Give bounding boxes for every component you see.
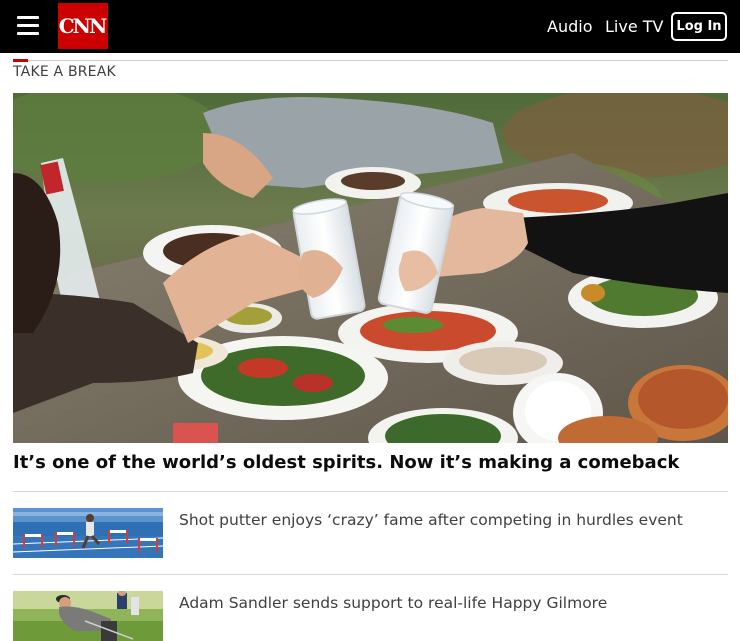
hamburger-menu-icon[interactable] <box>17 16 39 36</box>
story-title[interactable]: Shot putter enjoys ‘crazy’ fame after co… <box>179 510 683 530</box>
cnn-logo[interactable]: CNN <box>58 3 108 49</box>
section-title: TAKE A BREAK <box>13 64 116 80</box>
story-thumbnail-hurdles[interactable] <box>13 508 163 558</box>
story-title[interactable]: Adam Sandler sends support to real-life … <box>179 593 607 613</box>
section-divider <box>13 60 728 61</box>
list-item[interactable]: Shot putter enjoys ‘crazy’ fame after co… <box>13 508 728 558</box>
story-divider <box>13 574 728 575</box>
log-in-button[interactable]: Log In <box>671 12 727 41</box>
nav-link-live-tv[interactable]: Live TV <box>605 17 663 37</box>
nav-link-audio[interactable]: Audio <box>547 17 592 37</box>
featured-photo-illustration <box>13 93 728 443</box>
featured-story-image[interactable] <box>13 93 728 443</box>
section-accent-bar <box>13 59 28 62</box>
story-divider <box>13 491 728 492</box>
top-navigation-bar: CNN Audio Live TV Log In <box>0 0 740 53</box>
featured-story-headline[interactable]: It’s one of the world’s oldest spirits. … <box>13 451 728 475</box>
